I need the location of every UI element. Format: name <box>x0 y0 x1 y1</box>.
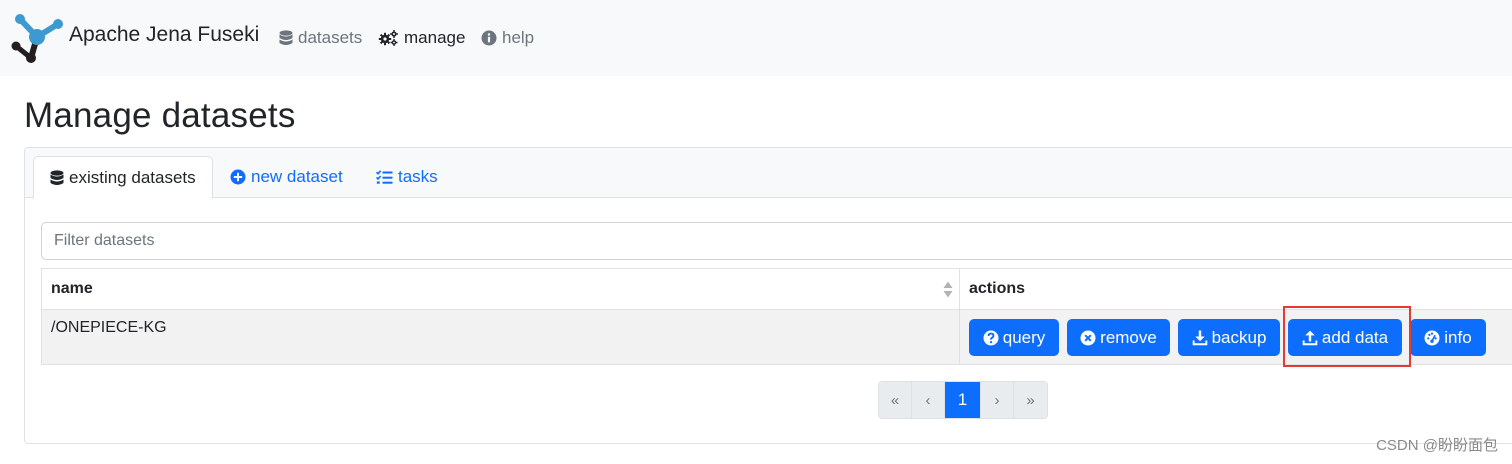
column-header-name[interactable]: name <box>41 269 960 309</box>
add-data-button-label: add data <box>1321 327 1389 347</box>
nav-manage-label: manage <box>404 28 466 47</box>
dataset-actions-cell: query remove backup add data info <box>960 310 1512 364</box>
cogs-icon <box>378 30 398 46</box>
query-button[interactable]: query <box>969 319 1059 356</box>
column-header-actions-label: actions <box>969 280 1026 297</box>
tab-new-dataset-label: new dataset <box>251 167 343 186</box>
sort-icon <box>943 281 953 298</box>
info-circle-icon <box>481 30 497 46</box>
pagination: « ‹ 1 › » <box>878 381 1048 419</box>
table-header-row: name actions <box>41 268 1512 310</box>
times-circle-icon <box>1080 330 1096 345</box>
page-title: Manage datasets <box>24 96 296 135</box>
tab-tasks[interactable]: tasks <box>360 156 454 198</box>
nav-datasets-link[interactable]: datasets <box>279 26 362 50</box>
pagination-previous[interactable]: ‹ <box>912 382 945 418</box>
brand[interactable]: Apache Jena Fuseki <box>10 10 259 64</box>
tab-existing-datasets[interactable]: existing datasets <box>33 156 213 199</box>
nav-help-link[interactable]: help <box>481 26 534 50</box>
nav-help-label: help <box>502 28 535 47</box>
datasets-card: existing datasets new dataset tasks name <box>24 147 1512 444</box>
upload-icon <box>1302 330 1318 345</box>
pagination-last[interactable]: » <box>1014 382 1047 418</box>
tasks-list-icon <box>376 169 393 184</box>
backup-button-label: backup <box>1211 327 1267 347</box>
pagination-first[interactable]: « <box>879 382 912 418</box>
tab-new-dataset[interactable]: new dataset <box>214 156 359 198</box>
fuseki-logo-icon <box>11 14 63 63</box>
tab-existing-datasets-label: existing datasets <box>69 167 196 187</box>
pagination-current-page[interactable]: 1 <box>945 382 981 418</box>
tab-tasks-label: tasks <box>398 167 438 186</box>
pagination-next[interactable]: › <box>981 382 1014 418</box>
download-icon <box>1192 330 1207 345</box>
info-button[interactable]: info <box>1410 319 1486 356</box>
database-icon <box>279 30 293 45</box>
watermark: CSDN @盼盼面包 <box>1376 437 1498 454</box>
nav-manage-link[interactable]: manage <box>378 26 465 50</box>
brand-title: Apache Jena Fuseki <box>69 23 260 46</box>
remove-button-label: remove <box>1100 327 1157 347</box>
nav-datasets-label: datasets <box>298 28 363 47</box>
query-button-label: query <box>1002 327 1046 347</box>
dataset-name-cell: /ONEPIECE-KG <box>41 310 960 364</box>
column-header-name-label: name <box>51 280 93 297</box>
filter-datasets-input[interactable] <box>41 222 1512 260</box>
database-icon <box>50 169 64 185</box>
remove-button[interactable]: remove <box>1067 319 1170 356</box>
table-row: /ONEPIECE-KG query remove backup add dat… <box>41 310 1512 365</box>
info-button-label: info <box>1444 327 1472 347</box>
add-data-button[interactable]: add data <box>1288 319 1402 356</box>
dashboard-icon <box>1424 330 1440 345</box>
question-circle-icon <box>983 330 999 345</box>
top-navbar: Apache Jena Fuseki datasets manage help <box>0 0 1512 76</box>
column-header-actions: actions <box>960 269 1512 309</box>
plus-circle-icon <box>230 169 246 185</box>
backup-button[interactable]: backup <box>1178 319 1280 356</box>
